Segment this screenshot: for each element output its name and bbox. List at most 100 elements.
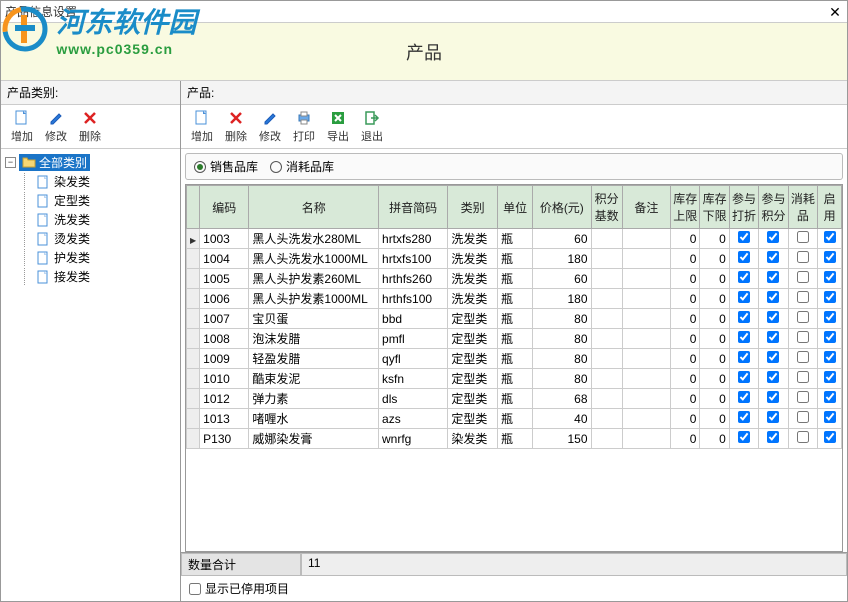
- column-header[interactable]: 参与打折: [729, 186, 758, 229]
- grid-checkbox[interactable]: [767, 271, 779, 283]
- tree-node-category[interactable]: 接发类: [19, 267, 178, 286]
- grid-checkbox[interactable]: [767, 311, 779, 323]
- close-icon[interactable]: ✕: [827, 4, 843, 20]
- table-row[interactable]: 1009轻盈发腊qyfl定型类瓶8000: [187, 349, 842, 369]
- column-header[interactable]: 备注: [622, 186, 670, 229]
- sidebar-add-button[interactable]: 增加: [5, 107, 39, 146]
- grid-checkbox[interactable]: [767, 331, 779, 343]
- radio-consume-stock[interactable]: 消耗品库: [270, 158, 334, 175]
- grid-checkbox[interactable]: [738, 431, 750, 443]
- grid-checkbox[interactable]: [797, 231, 809, 243]
- grid-checkbox[interactable]: [824, 391, 836, 403]
- sidebar-label: 产品类别:: [1, 81, 180, 105]
- column-header[interactable]: 启用: [818, 186, 842, 229]
- grid-checkbox[interactable]: [824, 411, 836, 423]
- grid-checkbox[interactable]: [797, 391, 809, 403]
- grid-checkbox[interactable]: [797, 331, 809, 343]
- grid-checkbox[interactable]: [738, 371, 750, 383]
- product-grid[interactable]: 编码名称拼音简码类别单位价格(元)积分基数备注库存上限库存下限参与打折参与积分消…: [185, 184, 843, 552]
- grid-checkbox[interactable]: [767, 251, 779, 263]
- radio-sales-stock[interactable]: 销售品库: [194, 158, 258, 175]
- column-header[interactable]: 消耗品: [788, 186, 817, 229]
- column-header[interactable]: 名称: [249, 186, 379, 229]
- column-header[interactable]: 编码: [200, 186, 249, 229]
- radio-on-icon: [194, 161, 206, 173]
- tree-node-category[interactable]: 洗发类: [19, 210, 178, 229]
- tree-node-category[interactable]: 烫发类: [19, 229, 178, 248]
- grid-checkbox[interactable]: [738, 291, 750, 303]
- grid-checkbox[interactable]: [797, 251, 809, 263]
- table-row[interactable]: 1013啫喱水azs定型类瓶4000: [187, 409, 842, 429]
- column-header[interactable]: 单位: [498, 186, 533, 229]
- grid-checkbox[interactable]: [767, 291, 779, 303]
- grid-checkbox[interactable]: [738, 251, 750, 263]
- column-header[interactable]: 库存上限: [671, 186, 700, 229]
- table-row[interactable]: 1004黑人头洗发水1000MLhrtxfs100洗发类瓶18000: [187, 249, 842, 269]
- tree-node-category[interactable]: 定型类: [19, 191, 178, 210]
- grid-checkbox[interactable]: [797, 351, 809, 363]
- file-icon: [37, 251, 51, 265]
- table-row[interactable]: 1006黑人头护发素1000MLhrthfs100洗发类瓶18000: [187, 289, 842, 309]
- add-icon: [12, 109, 32, 127]
- grid-checkbox[interactable]: [797, 311, 809, 323]
- tree-node-category[interactable]: 染发类: [19, 172, 178, 191]
- file-icon: [37, 270, 51, 284]
- collapse-icon[interactable]: −: [5, 157, 16, 168]
- grid-checkbox[interactable]: [738, 331, 750, 343]
- grid-checkbox[interactable]: [738, 271, 750, 283]
- grid-checkbox[interactable]: [824, 371, 836, 383]
- main-delete-button[interactable]: 删除: [219, 107, 253, 146]
- main-add-button[interactable]: 增加: [185, 107, 219, 146]
- grid-checkbox[interactable]: [797, 291, 809, 303]
- grid-checkbox[interactable]: [797, 431, 809, 443]
- grid-checkbox[interactable]: [824, 331, 836, 343]
- show-disabled-checkbox[interactable]: [189, 583, 201, 595]
- print-icon: [294, 109, 314, 127]
- column-header[interactable]: 价格(元): [533, 186, 591, 229]
- main-export-button[interactable]: 导出: [321, 107, 355, 146]
- grid-checkbox[interactable]: [824, 291, 836, 303]
- main-print-button[interactable]: 打印: [287, 107, 321, 146]
- main-edit-button[interactable]: 修改: [253, 107, 287, 146]
- table-row[interactable]: 1012弹力素dls定型类瓶6800: [187, 389, 842, 409]
- column-header[interactable]: 积分基数: [591, 186, 622, 229]
- grid-checkbox[interactable]: [767, 411, 779, 423]
- table-row[interactable]: 1005黑人头护发素260MLhrthfs260洗发类瓶6000: [187, 269, 842, 289]
- grid-checkbox[interactable]: [738, 411, 750, 423]
- column-header[interactable]: 类别: [448, 186, 498, 229]
- table-row[interactable]: 1010酷束发泥ksfn定型类瓶8000: [187, 369, 842, 389]
- grid-checkbox[interactable]: [824, 431, 836, 443]
- grid-checkbox[interactable]: [824, 271, 836, 283]
- grid-checkbox[interactable]: [767, 351, 779, 363]
- tree-node-category[interactable]: 护发类: [19, 248, 178, 267]
- table-row[interactable]: 1007宝贝蛋bbd定型类瓶8000: [187, 309, 842, 329]
- delete-icon: [226, 109, 246, 127]
- grid-checkbox[interactable]: [797, 371, 809, 383]
- grid-checkbox[interactable]: [824, 251, 836, 263]
- grid-checkbox[interactable]: [767, 231, 779, 243]
- grid-checkbox[interactable]: [797, 271, 809, 283]
- main-exit-button[interactable]: 退出: [355, 107, 389, 146]
- tree-root[interactable]: − 全部类别: [3, 153, 178, 172]
- grid-checkbox[interactable]: [767, 391, 779, 403]
- table-row[interactable]: 1008泡沫发腊pmfl定型类瓶8000: [187, 329, 842, 349]
- grid-checkbox[interactable]: [824, 311, 836, 323]
- radio-off-icon: [270, 161, 282, 173]
- grid-checkbox[interactable]: [738, 391, 750, 403]
- column-header[interactable]: 拼音简码: [379, 186, 448, 229]
- table-row[interactable]: P130威娜染发膏wnrfg染发类瓶15000: [187, 429, 842, 449]
- column-header[interactable]: 参与积分: [759, 186, 788, 229]
- grid-checkbox[interactable]: [797, 411, 809, 423]
- table-row[interactable]: 1003黑人头洗发水280MLhrtxfs280洗发类瓶6000: [187, 229, 842, 249]
- grid-checkbox[interactable]: [738, 351, 750, 363]
- sidebar-edit-button[interactable]: 修改: [39, 107, 73, 146]
- main-toolbar: 增加 删除 修改 打印 导出 退出: [181, 105, 847, 149]
- grid-checkbox[interactable]: [824, 231, 836, 243]
- column-header[interactable]: 库存下限: [700, 186, 729, 229]
- grid-checkbox[interactable]: [767, 371, 779, 383]
- grid-checkbox[interactable]: [738, 231, 750, 243]
- grid-checkbox[interactable]: [738, 311, 750, 323]
- grid-checkbox[interactable]: [767, 431, 779, 443]
- grid-checkbox[interactable]: [824, 351, 836, 363]
- sidebar-delete-button[interactable]: 删除: [73, 107, 107, 146]
